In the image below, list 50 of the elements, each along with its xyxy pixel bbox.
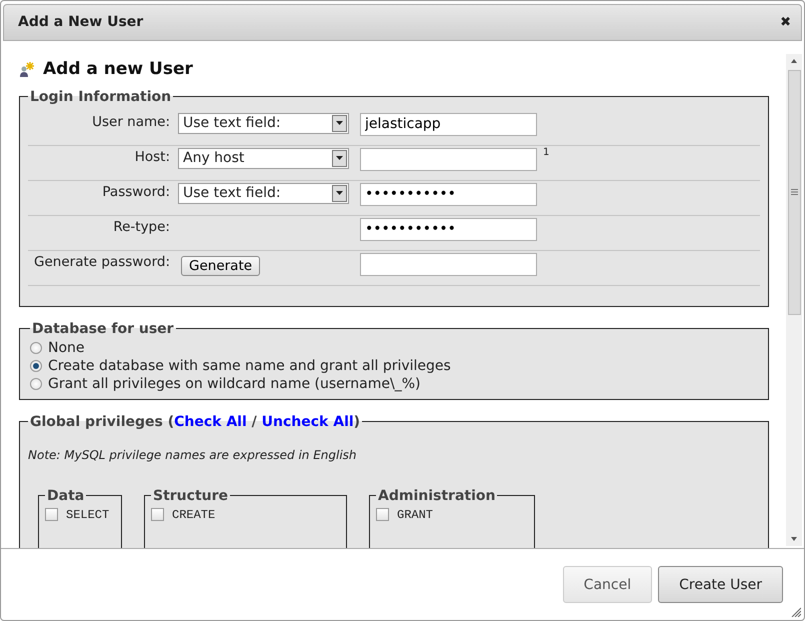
radio-button[interactable] xyxy=(30,378,42,390)
checkbox[interactable] xyxy=(151,508,164,522)
dialog-button[interactable]: Cancel xyxy=(562,566,652,604)
generate-button[interactable]: Generate xyxy=(181,256,260,276)
close-button[interactable]: ✖ xyxy=(780,14,791,30)
input-field[interactable]: jelasticapp xyxy=(360,112,537,136)
field-label: Re-type: xyxy=(112,218,171,235)
checkbox[interactable] xyxy=(45,508,58,522)
field-label: Host: xyxy=(134,148,171,165)
input-field[interactable]: ••••••••••• xyxy=(360,218,537,241)
window-title: Add a New User xyxy=(18,14,144,30)
scrollbar-thumb[interactable] xyxy=(788,70,800,315)
legend-parenthesis: ) xyxy=(354,414,360,430)
note-text: Note: MySQL privilege names are expressed in English xyxy=(28,448,358,462)
dropdown[interactable]: Use text field: xyxy=(178,182,349,204)
checkbox-label[interactable]: CREATE xyxy=(172,508,216,522)
field-label: Password: xyxy=(101,182,171,200)
footnote-mark: 1 xyxy=(542,146,550,158)
link-separator: / xyxy=(252,414,257,430)
page-heading: Add a new User xyxy=(43,58,193,79)
radio-button[interactable] xyxy=(30,342,42,354)
field-label: User name: xyxy=(91,112,171,130)
dropdown[interactable]: Any host xyxy=(178,148,349,169)
section-legend: Database for user xyxy=(30,320,176,337)
input-field[interactable] xyxy=(360,252,537,276)
caret-icon xyxy=(336,156,343,160)
dialog-button[interactable]: Create User xyxy=(658,566,783,604)
user-add-icon xyxy=(19,60,35,77)
dropdown[interactable]: Use text field: xyxy=(178,112,349,134)
group-legend: Administration xyxy=(376,488,498,504)
checkbox-label[interactable]: GRANT xyxy=(397,508,434,522)
radio-button[interactable] xyxy=(30,360,42,372)
uncheck-all-link[interactable]: Uncheck All xyxy=(262,414,354,430)
group-legend: Structure xyxy=(151,488,230,504)
input-field[interactable]: ••••••••••• xyxy=(360,182,537,206)
section-legend: Global privileges ( xyxy=(30,414,174,430)
radio-label[interactable]: None xyxy=(48,340,85,356)
field-label: Generate password: xyxy=(33,252,171,270)
radio-label[interactable]: Create database with same name and grant all privileges xyxy=(48,358,451,374)
check-all-link[interactable]: Check All xyxy=(174,414,247,430)
checkbox[interactable] xyxy=(376,508,389,522)
input-field[interactable] xyxy=(360,148,537,171)
caret-icon xyxy=(336,191,343,196)
radio-label[interactable]: Grant all privileges on wildcard name (username\_%) xyxy=(48,376,420,392)
grip-icon xyxy=(790,189,798,196)
group-legend: Data xyxy=(45,488,86,504)
checkbox-label[interactable]: SELECT xyxy=(66,508,110,522)
caret-icon xyxy=(336,121,343,126)
resize-grip-icon[interactable] xyxy=(791,607,801,617)
section-legend: Login Information xyxy=(28,88,174,105)
